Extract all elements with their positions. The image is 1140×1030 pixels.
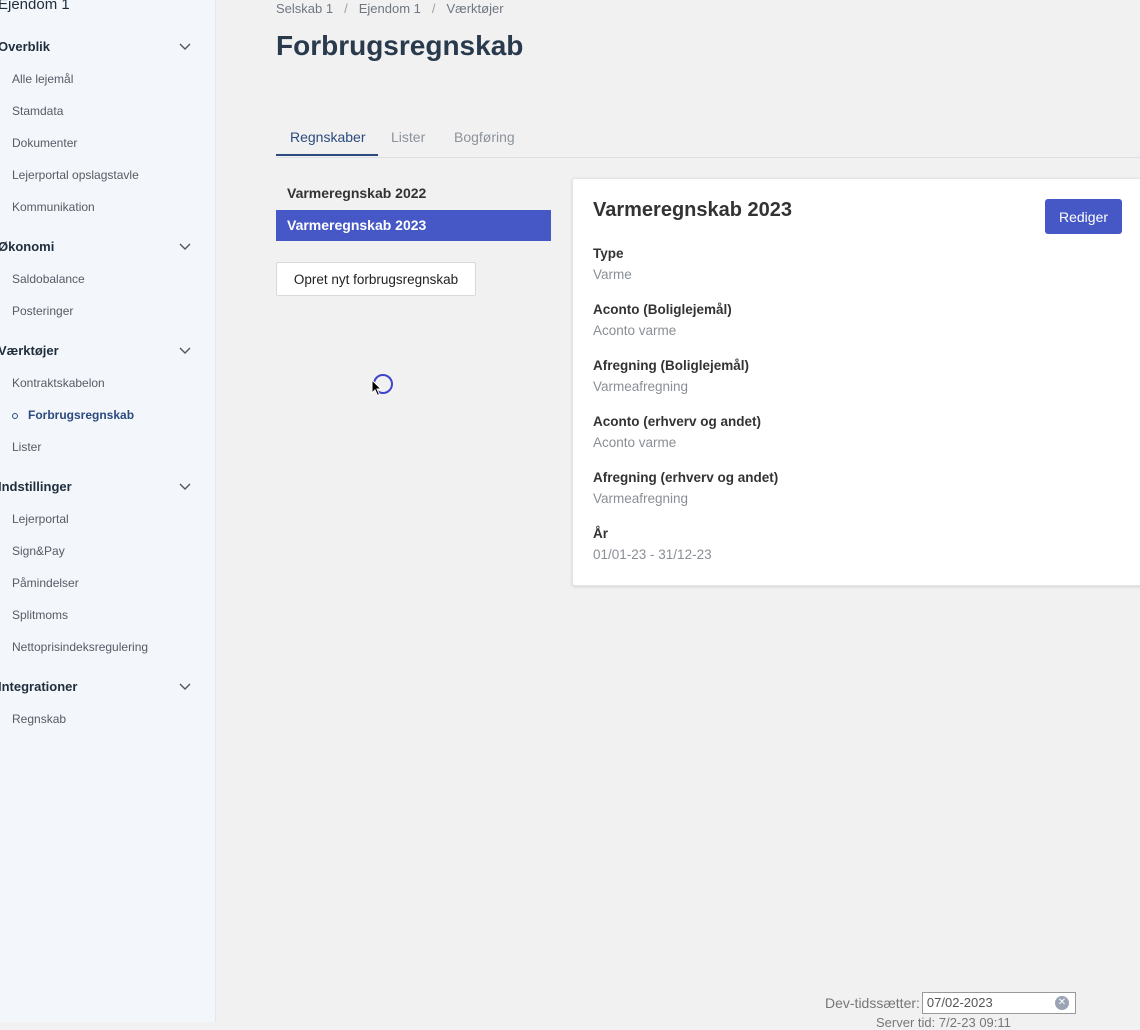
sidebar-item-forbrugsregnskab[interactable]: Forbrugsregnskab — [28, 406, 134, 424]
field-value-aar: 01/01-23 - 31/12-23 — [593, 547, 712, 562]
sidebar-section-overblik[interactable]: Overblik — [0, 34, 200, 58]
sidebar-item-regnskab[interactable]: Regnskab — [12, 710, 66, 728]
chevron-down-icon — [178, 343, 192, 357]
sidebar-title: Ejendom 1 — [0, 0, 70, 13]
account-detail-card: Varmeregnskab 2023 Rediger Type Varme Ac… — [572, 178, 1140, 586]
sidebar-section-integrationer[interactable]: Integrationer — [0, 674, 200, 698]
sidebar-item-alle-lejemaal[interactable]: Alle lejemål — [12, 70, 73, 88]
chevron-down-icon — [178, 39, 192, 53]
breadcrumb: Selskab 1 / Ejendom 1 / Værktøjer — [276, 0, 504, 18]
tab-bar: Regnskaber Lister Bogføring — [276, 120, 1140, 158]
field-label-afregning-bolig: Afregning (Boliglejemål) — [593, 358, 750, 373]
sidebar-item-paamindelser[interactable]: Påmindelser — [12, 574, 79, 592]
edit-button[interactable]: Rediger — [1045, 199, 1122, 234]
sidebar-item-kommunikation[interactable]: Kommunikation — [12, 198, 95, 216]
field-label-aconto-bolig: Aconto (Boliglejemål) — [593, 302, 732, 317]
mouse-cursor-icon — [371, 379, 383, 397]
field-label-aar: År — [593, 526, 609, 541]
sidebar-section-label: Integrationer — [0, 678, 78, 694]
field-value-type: Varme — [593, 267, 632, 282]
chevron-down-icon — [178, 239, 192, 253]
chevron-down-icon — [178, 479, 192, 493]
sidebar-item-lejerportal[interactable]: Lejerportal — [12, 510, 69, 528]
sidebar-item-sign-pay[interactable]: Sign&Pay — [12, 542, 65, 560]
field-label-aconto-erhverv: Aconto (erhverv og andet) — [593, 414, 762, 429]
clear-icon[interactable]: ✕ — [1054, 996, 1069, 1010]
sidebar-section-label: Indstillinger — [0, 478, 72, 494]
breadcrumb-item-vaerktoejer[interactable]: Værktøjer — [447, 0, 504, 18]
field-value-afregning-bolig: Varmeafregning — [593, 379, 689, 394]
account-list-item[interactable]: Varmeregnskab 2022 — [276, 178, 551, 209]
detail-title: Varmeregnskab 2023 — [593, 199, 793, 221]
dev-time-setter: Dev-tidssætter: 07/02-2023 ✕ — [825, 992, 1076, 1014]
field-label-type: Type — [593, 246, 624, 261]
breadcrumb-item-selskab[interactable]: Selskab 1 — [276, 0, 333, 18]
field-value-afregning-erhverv: Varmeafregning — [593, 491, 689, 506]
sidebar-section-label: Overblik — [0, 38, 51, 54]
sidebar-item-splitmoms[interactable]: Splitmoms — [12, 606, 68, 624]
sidebar-section-label: Værktøjer — [0, 342, 59, 358]
sidebar-item-nettoprisindeksregulering[interactable]: Nettoprisindeksregulering — [12, 638, 148, 656]
sidebar-section-vaerktoejer[interactable]: Værktøjer — [0, 338, 200, 362]
sidebar-item-kontraktskabelon[interactable]: Kontraktskabelon — [12, 374, 105, 392]
sidebar-item-dokumenter[interactable]: Dokumenter — [12, 134, 77, 152]
field-value-aconto-erhverv: Aconto varme — [593, 435, 677, 450]
chevron-down-icon — [178, 679, 192, 693]
breadcrumb-separator: / — [431, 1, 436, 16]
breadcrumb-item-ejendom[interactable]: Ejendom 1 — [359, 0, 421, 18]
account-list-item-selected[interactable]: Varmeregnskab 2023 — [276, 210, 551, 241]
field-label-afregning-erhverv: Afregning (erhverv og andet) — [593, 470, 779, 485]
tab-lister[interactable]: Lister — [377, 120, 439, 156]
sidebar-section-indstillinger[interactable]: Indstillinger — [0, 474, 200, 498]
sidebar-item-stamdata[interactable]: Stamdata — [12, 102, 63, 120]
dev-date-input[interactable]: 07/02-2023 ✕ — [921, 992, 1076, 1014]
dev-date-value: 07/02-2023 — [926, 995, 993, 1010]
sidebar-item-posteringer[interactable]: Posteringer — [12, 302, 73, 320]
page-title: Forbrugsregnskab — [276, 30, 524, 61]
sidebar-item-lister[interactable]: Lister — [12, 438, 41, 456]
create-account-button[interactable]: Opret nyt forbrugsregnskab — [276, 262, 476, 296]
sidebar-section-label: Økonomi — [0, 238, 55, 254]
tab-regnskaber[interactable]: Regnskaber — [276, 120, 378, 156]
server-time-text: Server tid: 7/2-23 09:11 — [876, 1015, 1011, 1030]
active-indicator-icon — [12, 413, 18, 419]
sidebar-item-saldobalance[interactable]: Saldobalance — [12, 270, 85, 288]
sidebar-section-oekonomi[interactable]: Økonomi — [0, 234, 200, 258]
field-value-aconto-bolig: Aconto varme — [593, 323, 677, 338]
breadcrumb-separator: / — [344, 1, 348, 16]
sidebar: Ejendom 1 Overblik Alle lejemål Stamdata… — [0, 0, 216, 1022]
tab-bogfoering[interactable]: Bogføring — [440, 120, 529, 156]
dev-time-label: Dev-tidssætter: — [825, 995, 920, 1011]
sidebar-item-lejerportal-opslagstavle[interactable]: Lejerportal opslagstavle — [12, 166, 139, 184]
